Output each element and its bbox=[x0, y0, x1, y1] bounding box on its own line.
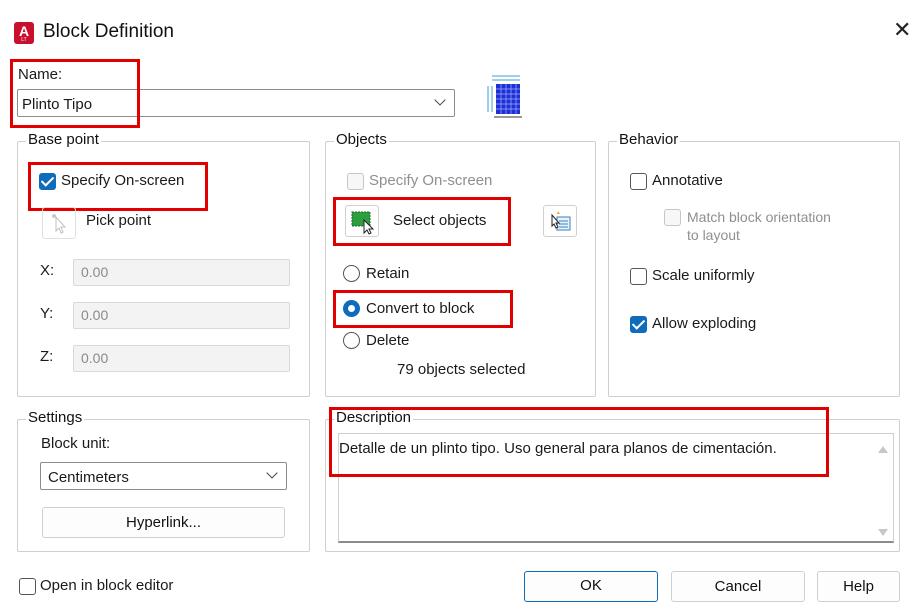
block-unit-label: Block unit: bbox=[41, 435, 111, 452]
pick-point-label: Pick point bbox=[86, 212, 152, 229]
dialog-title: Block Definition bbox=[43, 21, 174, 42]
open-in-editor-checkbox[interactable] bbox=[19, 578, 36, 595]
scroll-up-icon[interactable] bbox=[878, 446, 888, 453]
annotative-label: Annotative bbox=[652, 172, 723, 189]
objects-label: Objects bbox=[334, 131, 389, 148]
z-field[interactable]: 0.00 bbox=[73, 345, 290, 372]
highlight-select-objects bbox=[333, 197, 511, 246]
match-orientation-label: Match block orientation to layout bbox=[687, 209, 831, 243]
quick-select-icon bbox=[551, 211, 571, 231]
autocad-app-icon: A LT bbox=[14, 22, 34, 44]
objects-specify-onscreen-label: Specify On-screen bbox=[369, 172, 493, 189]
hyperlink-button[interactable]: Hyperlink... bbox=[42, 507, 285, 538]
close-icon[interactable]: ✕ bbox=[893, 19, 911, 41]
highlight-name bbox=[10, 59, 140, 128]
pick-point-button[interactable] bbox=[42, 207, 76, 239]
highlight-convert-to-block bbox=[333, 290, 513, 328]
scale-uniformly-checkbox[interactable] bbox=[630, 268, 647, 285]
chevron-down-icon[interactable] bbox=[434, 94, 446, 106]
retain-label: Retain bbox=[366, 265, 410, 282]
annotative-checkbox[interactable] bbox=[630, 173, 647, 190]
cancel-button[interactable]: Cancel bbox=[671, 571, 805, 602]
retain-radio[interactable] bbox=[343, 265, 360, 282]
y-label: Y: bbox=[40, 305, 54, 322]
ok-button[interactable]: OK bbox=[524, 571, 658, 602]
scale-uniformly-label: Scale uniformly bbox=[652, 267, 755, 284]
block-unit-value: Centimeters bbox=[48, 469, 129, 486]
settings-label: Settings bbox=[26, 409, 85, 426]
objects-specify-onscreen-checkbox[interactable] bbox=[347, 173, 364, 190]
scroll-down-icon[interactable] bbox=[878, 529, 888, 536]
pick-point-icon bbox=[52, 214, 67, 234]
chevron-down-icon[interactable] bbox=[266, 467, 278, 479]
z-label: Z: bbox=[40, 348, 54, 365]
help-button[interactable]: Help bbox=[817, 571, 900, 602]
block-unit-select[interactable]: Centimeters bbox=[40, 462, 287, 490]
quick-select-button[interactable] bbox=[543, 205, 577, 237]
block-preview-thumbnail bbox=[484, 72, 528, 120]
y-field[interactable]: 0.00 bbox=[73, 302, 290, 329]
base-point-label: Base point bbox=[26, 131, 101, 148]
allow-exploding-label: Allow exploding bbox=[652, 315, 757, 332]
delete-radio[interactable] bbox=[343, 332, 360, 349]
allow-exploding-checkbox[interactable] bbox=[630, 316, 647, 333]
delete-label: Delete bbox=[366, 332, 410, 349]
highlight-description bbox=[329, 407, 829, 477]
open-in-editor-label: Open in block editor bbox=[40, 577, 174, 594]
x-field[interactable]: 0.00 bbox=[73, 259, 290, 286]
behavior-label: Behavior bbox=[617, 131, 681, 148]
match-orientation-checkbox[interactable] bbox=[664, 209, 681, 226]
highlight-specify-onscreen bbox=[28, 162, 208, 211]
x-label: X: bbox=[40, 262, 55, 279]
objects-selected-status: 79 objects selected bbox=[397, 361, 526, 378]
